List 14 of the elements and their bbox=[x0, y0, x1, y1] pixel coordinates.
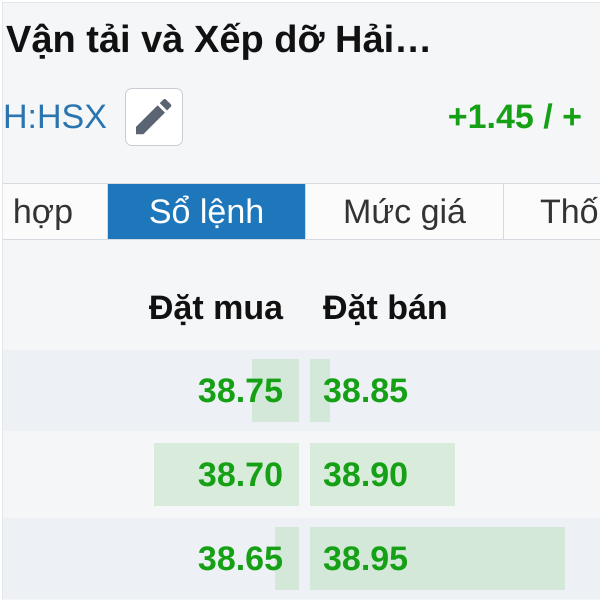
ask-price: 38.95 bbox=[323, 538, 408, 578]
tab[interactable]: Sổ lệnh bbox=[108, 184, 306, 239]
ask-price: 38.90 bbox=[323, 454, 408, 494]
column-header: Đặt bán bbox=[323, 288, 448, 328]
edit-button[interactable] bbox=[124, 88, 183, 146]
ticker-symbol: H:HSX bbox=[3, 97, 107, 137]
bid-price: 38.65 bbox=[198, 538, 283, 578]
ask-price: 38.85 bbox=[323, 370, 408, 410]
column-header: Đặt mua bbox=[148, 288, 283, 328]
bid-price: 38.70 bbox=[198, 454, 283, 494]
price-change: +1.45 / + bbox=[448, 97, 582, 137]
stock-title: Vận tải và Xếp dỡ Hải… bbox=[6, 18, 432, 63]
pencil-icon bbox=[136, 99, 172, 135]
bid-price: 38.75 bbox=[198, 370, 283, 410]
